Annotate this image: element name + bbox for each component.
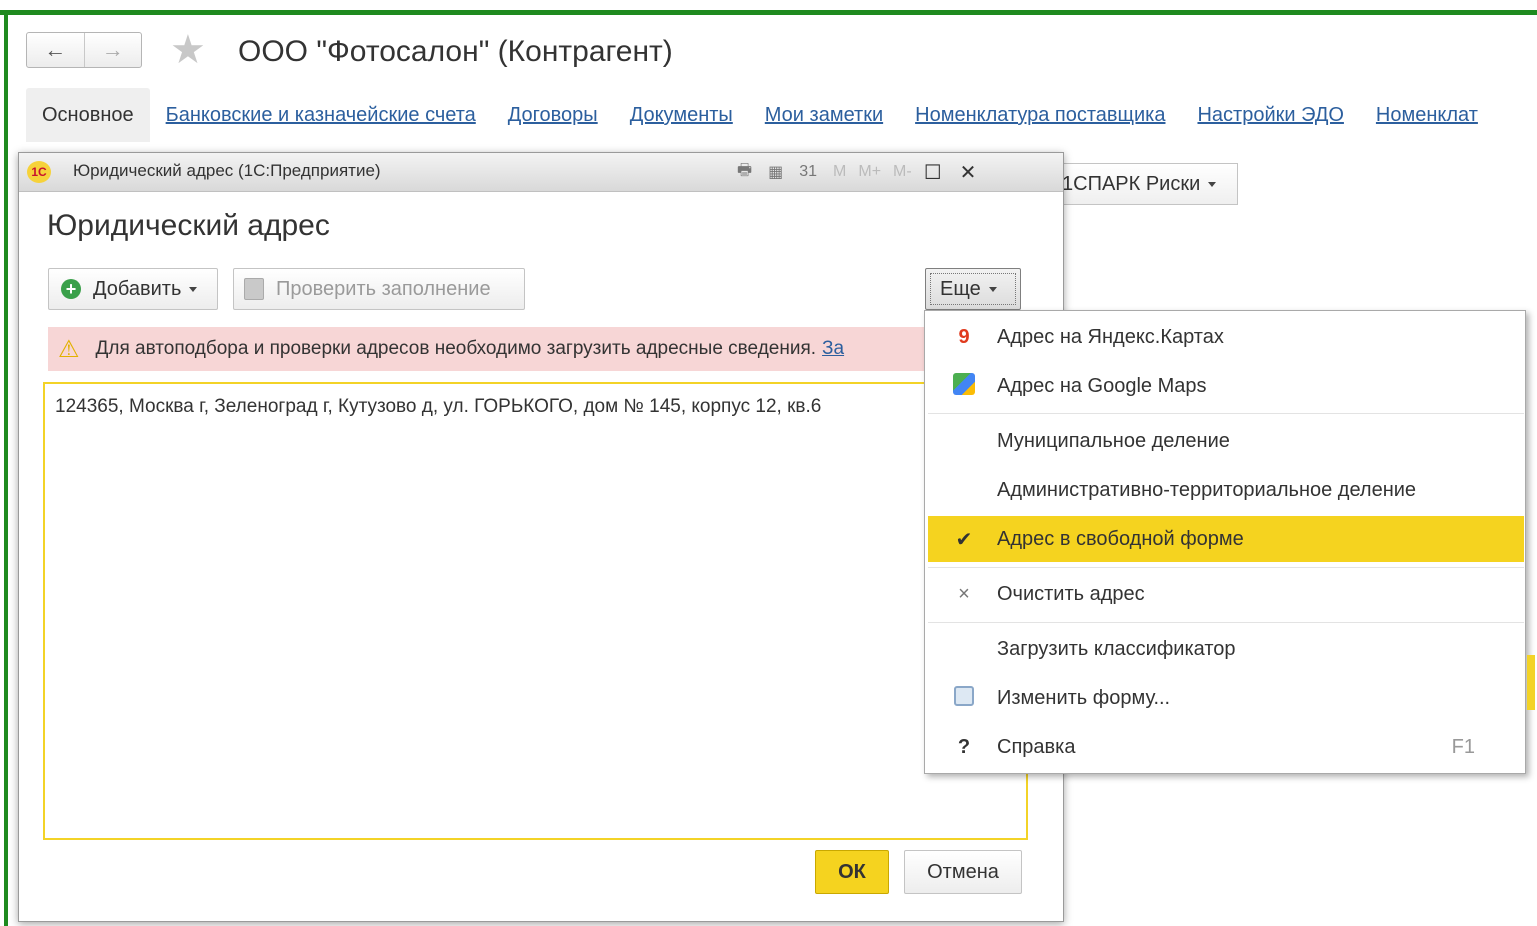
chevron-down-icon: [988, 286, 997, 292]
document-check-icon: [244, 278, 264, 300]
chevron-down-icon: [189, 286, 198, 292]
menu-item-google-maps[interactable]: Адрес на Google Maps: [925, 366, 1525, 406]
menu-item-label: Справка: [997, 735, 1076, 758]
menu-item-label: Адрес на Google Maps: [997, 374, 1207, 397]
tab-supplier-nomenclature[interactable]: Номенклатура поставщика: [899, 88, 1181, 142]
tab-nomenclature[interactable]: Номенклат: [1360, 88, 1494, 142]
form-settings-icon: [954, 686, 974, 706]
warning-text: Для автоподбора и проверки адресов необх…: [95, 338, 817, 359]
warning-icon: ⚠: [58, 335, 80, 363]
forward-button[interactable]: →: [85, 33, 142, 67]
page-title: ООО "Фотосалон" (Контрагент): [238, 35, 673, 68]
cancel-button[interactable]: Отмена: [904, 850, 1022, 894]
add-button[interactable]: + Добавить: [48, 268, 218, 310]
more-button[interactable]: Еще: [925, 268, 1021, 310]
dialog-heading: Юридический адрес: [47, 209, 330, 242]
address-textarea[interactable]: 124365, Москва г, Зеленоград г, Кутузово…: [43, 382, 1028, 840]
menu-item-yandex-maps[interactable]: 9 Адрес на Яндекс.Картах: [925, 317, 1525, 357]
dialog-titlebar: 1С Юридический адрес (1С:Предприятие) 🖶 …: [19, 153, 1063, 192]
menu-item-label: Административно-территориальное деление: [997, 478, 1417, 501]
menu-separator: [928, 413, 1524, 414]
check-filling-button[interactable]: Проверить заполнение: [233, 268, 525, 310]
check-filling-label: Проверить заполнение: [276, 277, 491, 300]
print-icon[interactable]: 🖶: [737, 159, 752, 186]
titlebar-tools: 🖶 ▦ 31 M M+ M- ☐ ✕: [737, 159, 994, 185]
window-title: Юридический адрес (1С:Предприятие): [73, 161, 381, 180]
close-icon[interactable]: ✕: [960, 160, 977, 185]
checkmark-icon: ✔: [955, 528, 973, 551]
background-highlight-edge: [1527, 655, 1535, 710]
warning-banner: ⚠ Для автоподбора и проверки адресов нео…: [48, 327, 948, 371]
more-button-label: Еще: [940, 277, 981, 300]
spark-risks-button[interactable]: 1СПАРК Риски: [1055, 163, 1238, 205]
help-icon: ?: [957, 735, 971, 758]
more-menu: 9 Адрес на Яндекс.Картах Адрес на Google…: [924, 310, 1526, 774]
menu-item-label: Муниципальное деление: [997, 429, 1230, 452]
ok-button[interactable]: ОК: [815, 850, 889, 894]
google-maps-icon: [953, 373, 975, 395]
favorite-star-icon[interactable]: ★: [170, 30, 206, 70]
clear-icon: ×: [958, 582, 970, 605]
tab-edo-settings[interactable]: Настройки ЭДО: [1181, 88, 1359, 142]
legal-address-dialog: 1С Юридический адрес (1С:Предприятие) 🖶 …: [18, 152, 1064, 922]
menu-item-admin-division[interactable]: Административно-территориальное деление: [925, 470, 1525, 510]
load-address-link[interactable]: За: [822, 338, 844, 360]
menu-item-municipal-division[interactable]: Муниципальное деление: [925, 421, 1525, 461]
arrow-right-icon: →: [101, 37, 124, 62]
address-value: 124365, Москва г, Зеленоград г, Кутузово…: [55, 396, 822, 417]
maximize-icon[interactable]: ☐: [924, 160, 942, 185]
tab-my-notes[interactable]: Мои заметки: [749, 88, 899, 142]
back-button[interactable]: ←: [27, 33, 85, 67]
menu-item-help[interactable]: ? Справка F1: [925, 727, 1525, 767]
window-frame-left: [4, 10, 8, 926]
menu-item-clear-address[interactable]: × Очистить адрес: [925, 574, 1525, 614]
menu-item-label: Адрес в свободной форме: [997, 527, 1244, 550]
memory-minus-button[interactable]: M-: [893, 163, 912, 181]
menu-item-label: Очистить адрес: [997, 582, 1145, 605]
window-frame-top: [0, 10, 1537, 15]
calculator-icon[interactable]: ▦: [768, 162, 783, 182]
arrow-left-icon: ←: [44, 37, 67, 62]
plus-icon: +: [61, 279, 81, 299]
menu-item-free-form-address[interactable]: ✔ Адрес в свободной форме: [928, 516, 1524, 562]
memory-plus-button[interactable]: M+: [858, 163, 881, 181]
navigation-buttons: ← →: [26, 32, 142, 68]
add-button-label: Добавить: [93, 277, 182, 300]
calendar-icon[interactable]: 31: [799, 163, 817, 181]
tab-main[interactable]: Основное: [26, 88, 150, 142]
shortcut-label: F1: [1451, 735, 1475, 758]
menu-item-label: Изменить форму...: [997, 686, 1171, 709]
menu-item-load-classifier[interactable]: Загрузить классификатор: [925, 629, 1525, 669]
tab-contracts[interactable]: Договоры: [492, 88, 614, 142]
chevron-down-icon: [1208, 181, 1217, 187]
menu-separator: [928, 567, 1524, 568]
menu-item-label: Загрузить классификатор: [997, 637, 1236, 660]
tab-documents[interactable]: Документы: [614, 88, 749, 142]
form-tabs: Основное Банковские и казначейские счета…: [26, 88, 1494, 142]
spark-risks-label: 1СПАРК Риски: [1062, 172, 1201, 195]
map-pin-icon: 9: [958, 325, 970, 348]
tab-bank-accounts[interactable]: Банковские и казначейские счета: [150, 88, 492, 142]
menu-separator: [928, 622, 1524, 623]
menu-item-label: Адрес на Яндекс.Картах: [997, 325, 1224, 348]
memory-m-button[interactable]: M: [833, 163, 846, 181]
app-logo-icon: 1С: [27, 161, 51, 183]
menu-item-change-form[interactable]: Изменить форму...: [925, 678, 1525, 718]
